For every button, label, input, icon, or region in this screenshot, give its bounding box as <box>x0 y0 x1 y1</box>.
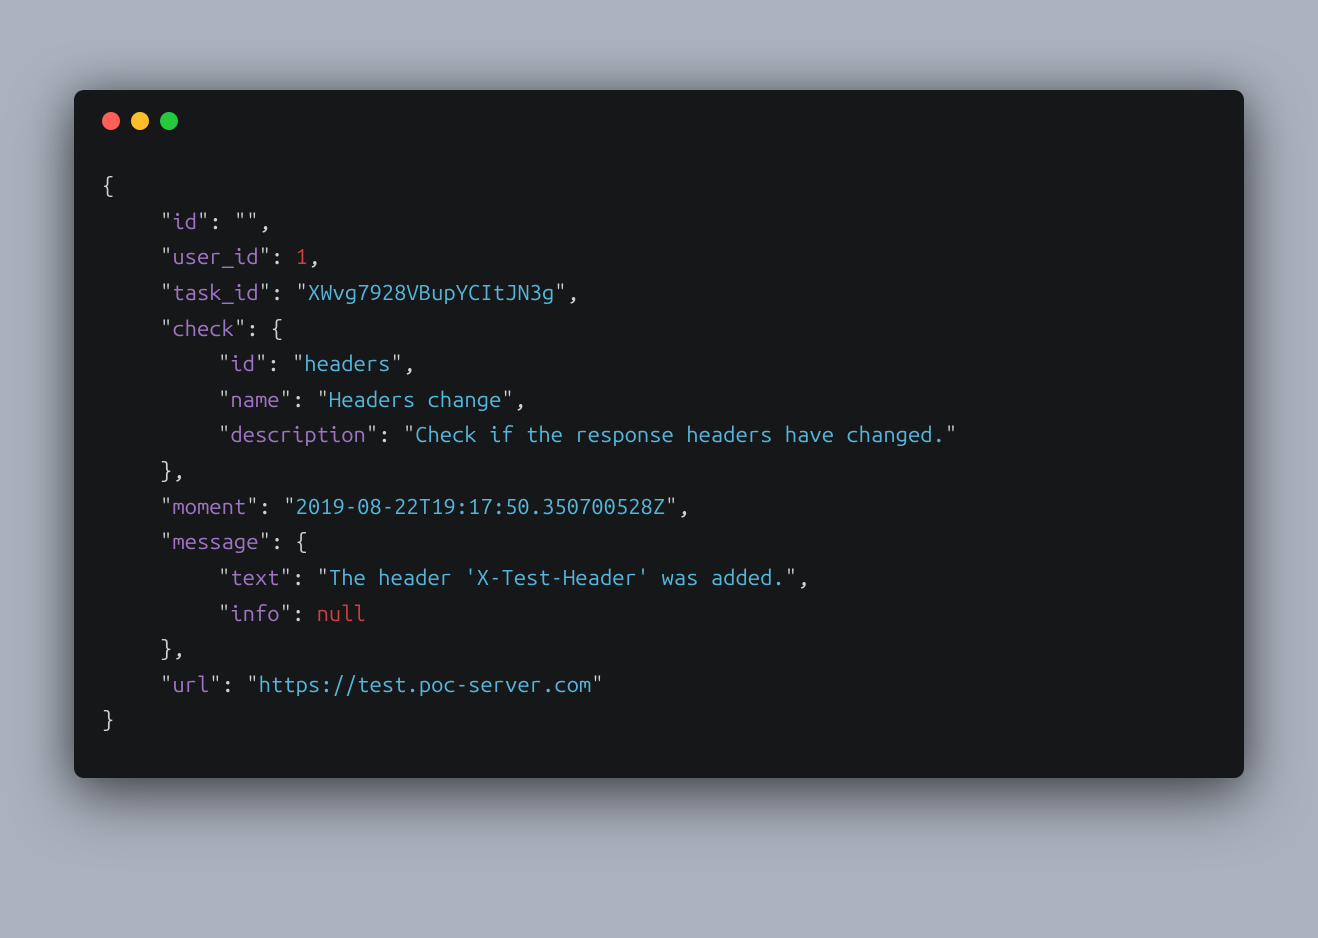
json-key-id: id <box>172 209 197 234</box>
code-line: "check": { <box>102 311 1216 347</box>
json-value-message-text: The header 'X-Test-Header' was added. <box>329 565 785 590</box>
code-line: "id": "", <box>102 204 1216 240</box>
code-line: "moment": "2019-08-22T19:17:50.350700528… <box>102 489 1216 525</box>
minimize-icon[interactable] <box>131 112 149 130</box>
json-key-message-info: info <box>230 601 279 626</box>
code-line: "id": "headers", <box>102 346 1216 382</box>
maximize-icon[interactable] <box>160 112 178 130</box>
json-key-check-id: id <box>230 351 255 376</box>
code-line: } <box>102 702 1216 738</box>
json-value-url: https://test.poc-server.com <box>259 672 592 697</box>
code-line: "description": "Check if the response he… <box>102 417 1216 453</box>
json-value-message-info: null <box>317 601 366 626</box>
code-window: { "id": "", "user_id": 1, "task_id": "XW… <box>74 90 1244 778</box>
code-line: "user_id": 1, <box>102 239 1216 275</box>
close-icon[interactable] <box>102 112 120 130</box>
json-key-task-id: task_id <box>172 280 258 305</box>
code-line: "text": "The header 'X-Test-Header' was … <box>102 560 1216 596</box>
json-key-check-name: name <box>230 387 279 412</box>
json-key-check: check <box>172 316 234 341</box>
json-key-url: url <box>172 672 209 697</box>
code-line: { <box>102 168 1216 204</box>
json-key-message: message <box>172 529 258 554</box>
code-line: "info": null <box>102 596 1216 632</box>
window-titlebar <box>74 90 1244 140</box>
code-line: }, <box>102 631 1216 667</box>
json-value-task-id: XWvg7928VBupYCItJN3g <box>308 280 554 305</box>
json-value-check-name: Headers change <box>329 387 501 412</box>
code-line: }, <box>102 453 1216 489</box>
code-content: { "id": "", "user_id": 1, "task_id": "XW… <box>74 140 1244 778</box>
json-value-check-description: Check if the response headers have chang… <box>415 422 945 447</box>
json-value-user-id: 1 <box>296 244 308 269</box>
json-key-message-text: text <box>230 565 279 590</box>
json-key-user-id: user_id <box>172 244 258 269</box>
json-key-moment: moment <box>172 494 246 519</box>
brace-open: { <box>102 173 114 198</box>
json-value-check-id: headers <box>304 351 390 376</box>
code-line: "message": { <box>102 524 1216 560</box>
json-value-moment: 2019-08-22T19:17:50.350700528Z <box>296 494 666 519</box>
code-line: "name": "Headers change", <box>102 382 1216 418</box>
code-line: "url": "https://test.poc-server.com" <box>102 667 1216 703</box>
code-line: "task_id": "XWvg7928VBupYCItJN3g", <box>102 275 1216 311</box>
brace-close: } <box>102 707 114 732</box>
json-key-check-description: description <box>230 422 366 447</box>
